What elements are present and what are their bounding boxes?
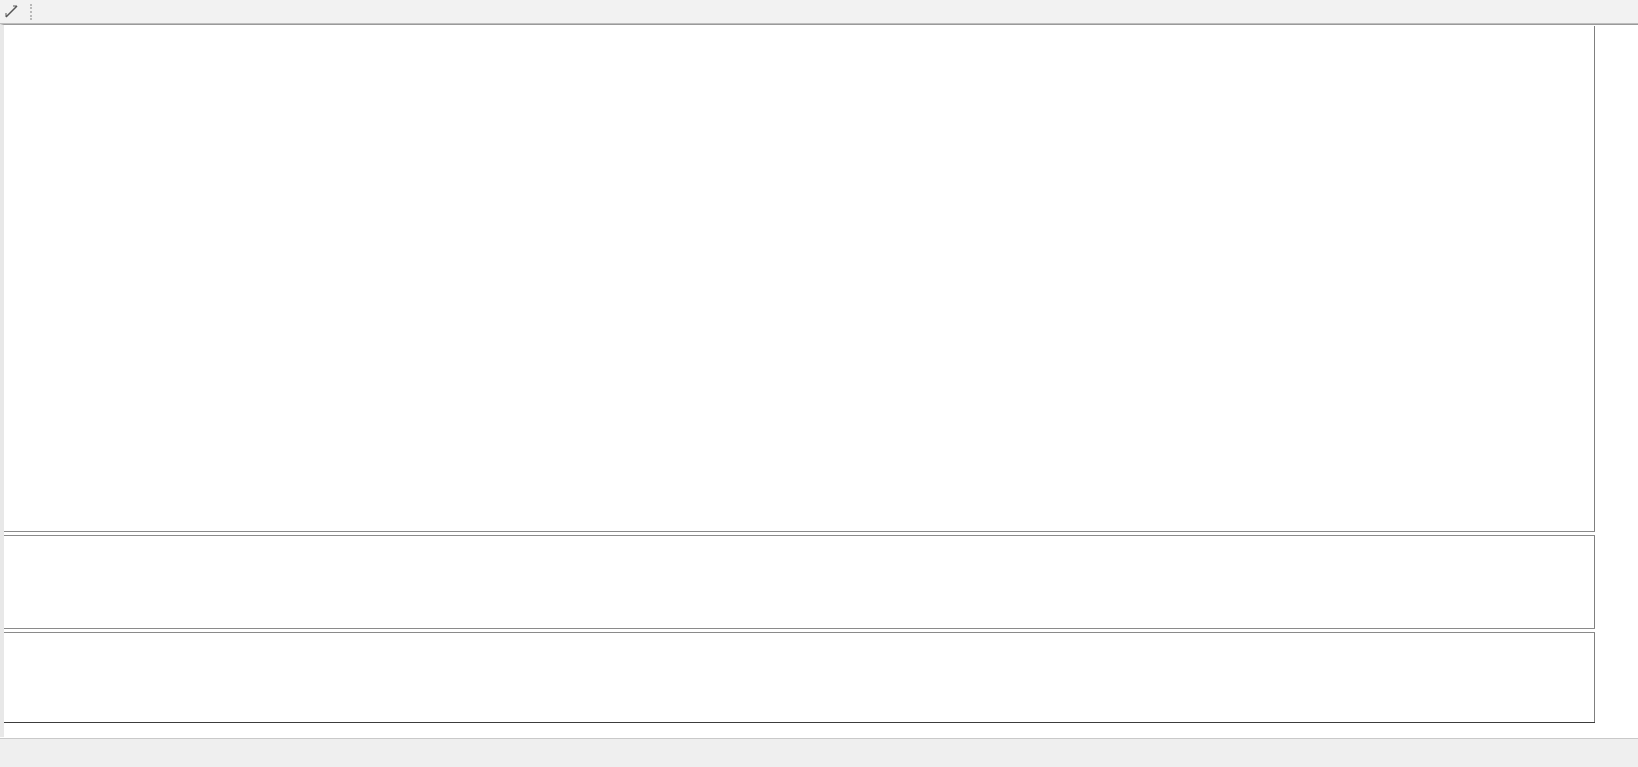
macd-chart <box>4 633 1594 722</box>
mt4-terminal: { "toolbar": { "timeframes": ["M1","M5",… <box>0 0 1638 767</box>
timeframe-toolbar <box>0 0 1638 24</box>
main-chart-panel[interactable] <box>4 26 1595 531</box>
chart-tab-bar <box>0 738 1638 763</box>
candlestick-chart[interactable] <box>4 26 1594 531</box>
rsi-chart <box>4 536 1594 628</box>
crosshair-line-tool-icon[interactable] <box>3 4 21 20</box>
macd-panel[interactable] <box>4 633 1595 722</box>
price-axis[interactable] <box>1599 26 1638 738</box>
rsi-panel[interactable] <box>4 536 1595 628</box>
toolbar-grip <box>30 3 32 20</box>
window-bottom-strip <box>0 762 1638 767</box>
chart-window <box>0 24 1638 743</box>
chart-title <box>12 30 24 44</box>
